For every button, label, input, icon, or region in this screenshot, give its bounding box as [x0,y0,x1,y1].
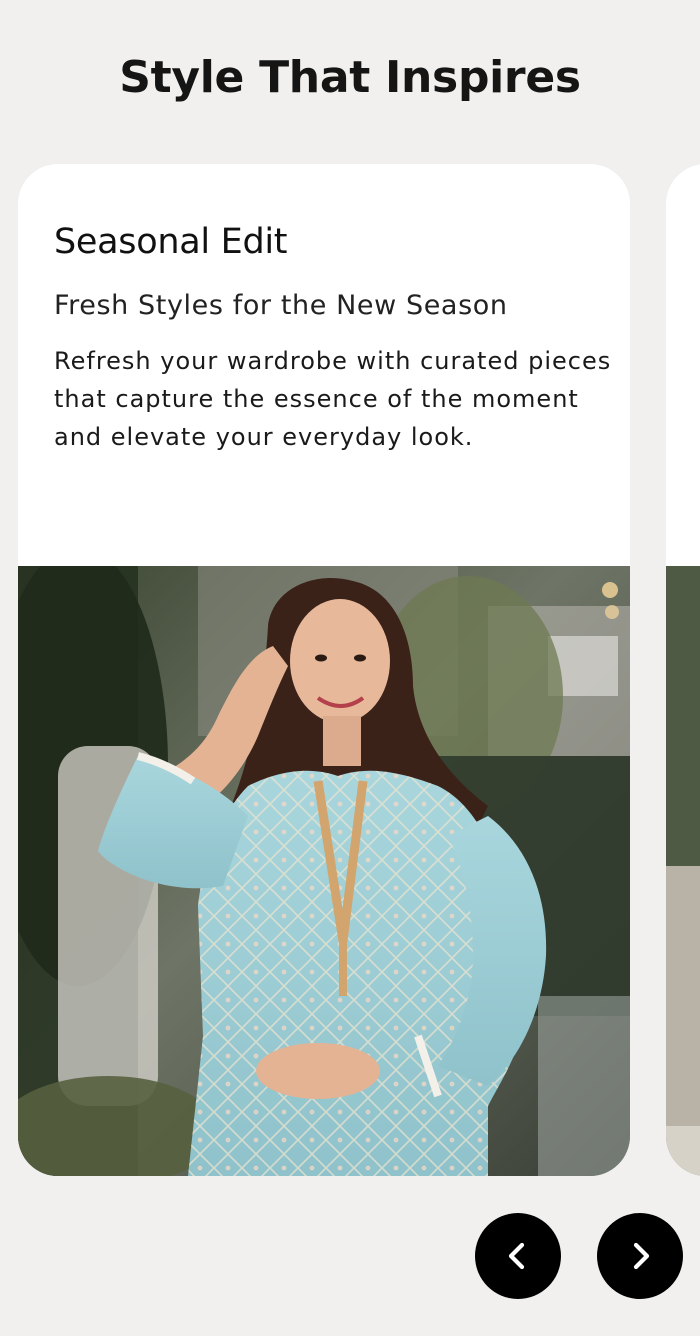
card-next-photo-illustration [666,566,700,1176]
carousel-next-button[interactable] [597,1213,683,1299]
card-title: Seasonal Edit [54,222,288,262]
card-photo-illustration [18,566,630,1176]
section-title: Style That Inspires [119,52,581,103]
card-next-photo [666,566,700,1176]
page: Style That Inspires Seasonal Edit Fresh … [0,0,700,1336]
carousel-prev-button[interactable] [475,1213,561,1299]
carousel-card-next-peek[interactable] [666,164,700,1176]
chevron-right-icon [633,1242,650,1270]
carousel-card[interactable]: Seasonal Edit Fresh Styles for the New S… [18,164,630,1176]
card-description: Refresh your wardrobe with curated piece… [54,347,612,451]
card-subtitle: Fresh Styles for the New Season [54,290,508,321]
chevron-left-icon [508,1242,525,1270]
card-photo [18,566,630,1176]
